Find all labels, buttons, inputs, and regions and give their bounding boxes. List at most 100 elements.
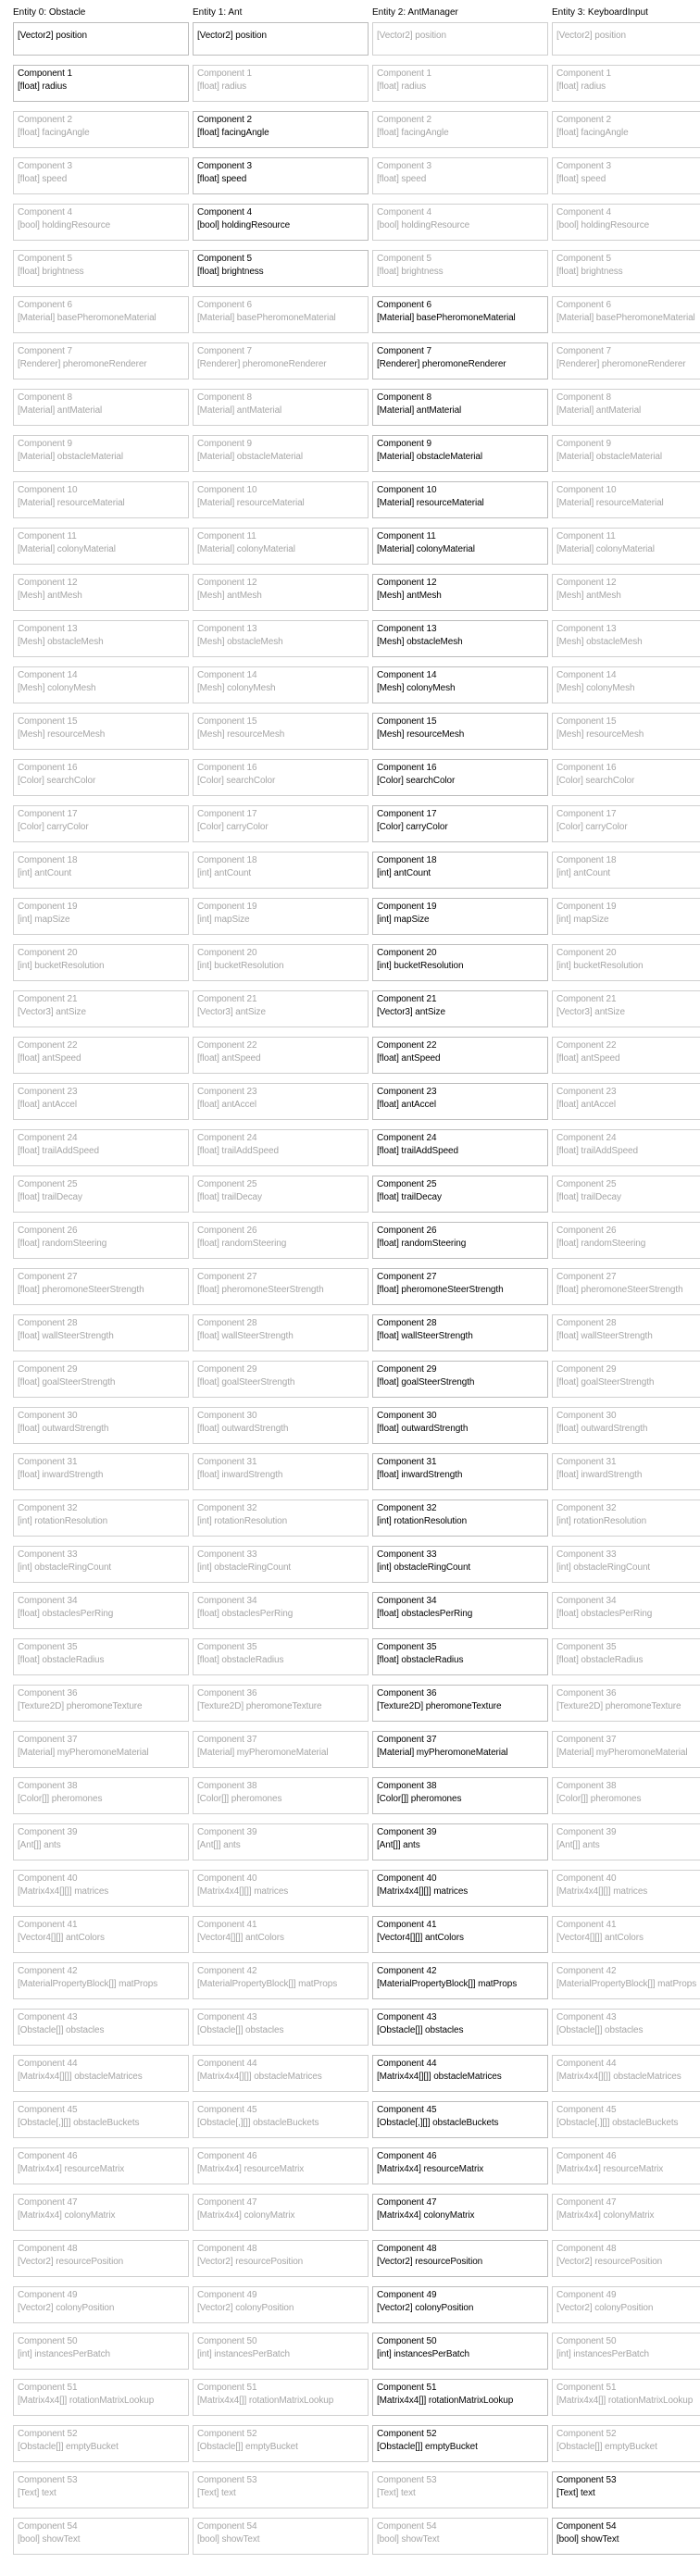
component-cell-49[interactable]: Component 49 [Vector2] colonyPosition — [552, 2286, 700, 2323]
component-cell-38[interactable]: Component 38 [Color[]] pheromones — [13, 1777, 189, 1814]
component-cell-12[interactable]: Component 12 [Mesh] antMesh — [193, 574, 369, 611]
component-cell-37[interactable]: Component 37 [Material] myPheromoneMateri… — [372, 1731, 548, 1768]
component-cell-24[interactable]: Component 24 [float] trailAddSpeed — [193, 1129, 369, 1166]
component-cell-45[interactable]: Component 45 [Obstacle[,][]] obstacleBuck… — [372, 2101, 548, 2138]
component-cell-1[interactable]: Component 1 [float] radius — [13, 65, 189, 102]
component-cell-36[interactable]: Component 36 [Texture2D] pheromoneTexture — [193, 1685, 369, 1722]
component-cell-5[interactable]: Component 5 [float] brightness — [552, 250, 700, 287]
component-cell-51[interactable]: Component 51 [Matrix4x4[]] rotationMatrix… — [193, 2379, 369, 2416]
component-cell-31[interactable]: Component 31 [float] inwardStrength — [552, 1453, 700, 1490]
component-cell-48[interactable]: Component 48 [Vector2] resourcePosition — [13, 2240, 189, 2277]
component-cell-6[interactable]: Component 6 [Material] basePheromoneMater… — [372, 296, 548, 333]
component-cell-22[interactable]: Component 22 [float] antSpeed — [13, 1037, 189, 1074]
component-cell-39[interactable]: Component 39 [Ant[]] ants — [193, 1823, 369, 1860]
component-cell-13[interactable]: Component 13 [Mesh] obstacleMesh — [13, 620, 189, 657]
component-cell-44[interactable]: Component 44 [Matrix4x4[][]] obstacleMatr… — [372, 2055, 548, 2092]
component-cell-46[interactable]: Component 46 [Matrix4x4] resourceMatrix — [372, 2147, 548, 2184]
component-cell-5[interactable]: Component 5 [float] brightness — [193, 250, 369, 287]
component-cell-17[interactable]: Component 17 [Color] carryColor — [552, 805, 700, 842]
component-cell-9[interactable]: Component 9 [Material] obstacleMaterial — [372, 435, 548, 472]
component-cell-8[interactable]: Component 8 [Material] antMaterial — [552, 389, 700, 426]
component-cell-11[interactable]: Component 11 [Material] colonyMaterial — [372, 528, 548, 565]
component-cell-10[interactable]: Component 10 [Material] resourceMaterial — [193, 481, 369, 518]
component-cell-0[interactable]: [Vector2] position — [552, 22, 700, 56]
component-cell-18[interactable]: Component 18 [int] antCount — [552, 852, 700, 889]
component-cell-37[interactable]: Component 37 [Material] myPheromoneMateri… — [13, 1731, 189, 1768]
component-cell-15[interactable]: Component 15 [Mesh] resourceMesh — [193, 713, 369, 750]
component-cell-46[interactable]: Component 46 [Matrix4x4] resourceMatrix — [13, 2147, 189, 2184]
component-cell-18[interactable]: Component 18 [int] antCount — [193, 852, 369, 889]
component-cell-40[interactable]: Component 40 [Matrix4x4[][]] matrices — [193, 1870, 369, 1907]
component-cell-20[interactable]: Component 20 [int] bucketResolution — [552, 944, 700, 981]
component-cell-3[interactable]: Component 3 [float] speed — [13, 157, 189, 194]
component-cell-26[interactable]: Component 26 [float] randomSteering — [372, 1222, 548, 1259]
component-cell-28[interactable]: Component 28 [float] wallSteerStrength — [13, 1314, 189, 1351]
component-cell-14[interactable]: Component 14 [Mesh] colonyMesh — [193, 666, 369, 703]
component-cell-52[interactable]: Component 52 [Obstacle[]] emptyBucket — [193, 2425, 369, 2462]
component-cell-14[interactable]: Component 14 [Mesh] colonyMesh — [552, 666, 700, 703]
component-cell-0[interactable]: [Vector2] position — [193, 22, 369, 56]
component-cell-41[interactable]: Component 41 [Vector4[][]] antColors — [372, 1916, 548, 1953]
component-cell-32[interactable]: Component 32 [int] rotationResolution — [13, 1500, 189, 1537]
component-cell-41[interactable]: Component 41 [Vector4[][]] antColors — [552, 1916, 700, 1953]
component-cell-47[interactable]: Component 47 [Matrix4x4] colonyMatrix — [372, 2194, 548, 2231]
component-cell-54[interactable]: Component 54 [bool] showText — [193, 2518, 369, 2555]
component-cell-9[interactable]: Component 9 [Material] obstacleMaterial — [552, 435, 700, 472]
component-cell-37[interactable]: Component 37 [Material] myPheromoneMateri… — [193, 1731, 369, 1768]
component-cell-3[interactable]: Component 3 [float] speed — [372, 157, 548, 194]
component-cell-38[interactable]: Component 38 [Color[]] pheromones — [193, 1777, 369, 1814]
component-cell-11[interactable]: Component 11 [Material] colonyMaterial — [552, 528, 700, 565]
component-cell-7[interactable]: Component 7 [Renderer] pheromoneRenderer — [372, 342, 548, 380]
component-cell-40[interactable]: Component 40 [Matrix4x4[][]] matrices — [552, 1870, 700, 1907]
component-cell-30[interactable]: Component 30 [float] outwardStrength — [13, 1407, 189, 1444]
component-cell-34[interactable]: Component 34 [float] obstaclesPerRing — [372, 1592, 548, 1629]
component-cell-14[interactable]: Component 14 [Mesh] colonyMesh — [372, 666, 548, 703]
component-cell-15[interactable]: Component 15 [Mesh] resourceMesh — [13, 713, 189, 750]
component-cell-40[interactable]: Component 40 [Matrix4x4[][]] matrices — [13, 1870, 189, 1907]
component-cell-33[interactable]: Component 33 [int] obstacleRingCount — [552, 1546, 700, 1583]
component-cell-27[interactable]: Component 27 [float] pheromoneSteerStreng… — [13, 1268, 189, 1305]
component-cell-35[interactable]: Component 35 [float] obstacleRadius — [372, 1638, 548, 1675]
component-cell-43[interactable]: Component 43 [Obstacle[]] obstacles — [552, 2009, 700, 2046]
component-cell-21[interactable]: Component 21 [Vector3] antSize — [552, 990, 700, 1027]
component-cell-19[interactable]: Component 19 [int] mapSize — [13, 898, 189, 935]
component-cell-53[interactable]: Component 53 [Text] text — [552, 2471, 700, 2508]
component-cell-41[interactable]: Component 41 [Vector4[][]] antColors — [13, 1916, 189, 1953]
component-cell-30[interactable]: Component 30 [float] outwardStrength — [552, 1407, 700, 1444]
component-cell-34[interactable]: Component 34 [float] obstaclesPerRing — [13, 1592, 189, 1629]
component-cell-44[interactable]: Component 44 [Matrix4x4[][]] obstacleMatr… — [552, 2055, 700, 2092]
component-cell-18[interactable]: Component 18 [int] antCount — [13, 852, 189, 889]
component-cell-39[interactable]: Component 39 [Ant[]] ants — [372, 1823, 548, 1860]
component-cell-20[interactable]: Component 20 [int] bucketResolution — [13, 944, 189, 981]
component-cell-0[interactable]: [Vector2] position — [372, 22, 548, 56]
component-cell-8[interactable]: Component 8 [Material] antMaterial — [13, 389, 189, 426]
component-cell-36[interactable]: Component 36 [Texture2D] pheromoneTexture — [372, 1685, 548, 1722]
component-cell-4[interactable]: Component 4 [bool] holdingResource — [552, 204, 700, 241]
component-cell-45[interactable]: Component 45 [Obstacle[,][]] obstacleBuck… — [552, 2101, 700, 2138]
component-cell-17[interactable]: Component 17 [Color] carryColor — [372, 805, 548, 842]
component-cell-15[interactable]: Component 15 [Mesh] resourceMesh — [552, 713, 700, 750]
component-cell-48[interactable]: Component 48 [Vector2] resourcePosition — [552, 2240, 700, 2277]
component-cell-1[interactable]: Component 1 [float] radius — [372, 65, 548, 102]
component-cell-50[interactable]: Component 50 [int] instancesPerBatch — [372, 2333, 548, 2370]
component-cell-44[interactable]: Component 44 [Matrix4x4[][]] obstacleMatr… — [193, 2055, 369, 2092]
component-cell-39[interactable]: Component 39 [Ant[]] ants — [552, 1823, 700, 1860]
component-cell-39[interactable]: Component 39 [Ant[]] ants — [13, 1823, 189, 1860]
component-cell-2[interactable]: Component 2 [float] facingAngle — [13, 111, 189, 148]
component-cell-5[interactable]: Component 5 [float] brightness — [13, 250, 189, 287]
component-cell-31[interactable]: Component 31 [float] inwardStrength — [193, 1453, 369, 1490]
component-cell-53[interactable]: Component 53 [Text] text — [13, 2471, 189, 2508]
component-cell-42[interactable]: Component 42 [MaterialPropertyBlock[]] ma… — [372, 1962, 548, 1999]
component-cell-6[interactable]: Component 6 [Material] basePheromoneMater… — [13, 296, 189, 333]
component-cell-8[interactable]: Component 8 [Material] antMaterial — [193, 389, 369, 426]
component-cell-6[interactable]: Component 6 [Material] basePheromoneMater… — [193, 296, 369, 333]
component-cell-3[interactable]: Component 3 [float] speed — [552, 157, 700, 194]
component-cell-4[interactable]: Component 4 [bool] holdingResource — [193, 204, 369, 241]
component-cell-18[interactable]: Component 18 [int] antCount — [372, 852, 548, 889]
component-cell-6[interactable]: Component 6 [Material] basePheromoneMater… — [552, 296, 700, 333]
component-cell-32[interactable]: Component 32 [int] rotationResolution — [552, 1500, 700, 1537]
component-cell-15[interactable]: Component 15 [Mesh] resourceMesh — [372, 713, 548, 750]
component-cell-13[interactable]: Component 13 [Mesh] obstacleMesh — [372, 620, 548, 657]
component-cell-54[interactable]: Component 54 [bool] showText — [552, 2518, 700, 2555]
component-cell-35[interactable]: Component 35 [float] obstacleRadius — [193, 1638, 369, 1675]
